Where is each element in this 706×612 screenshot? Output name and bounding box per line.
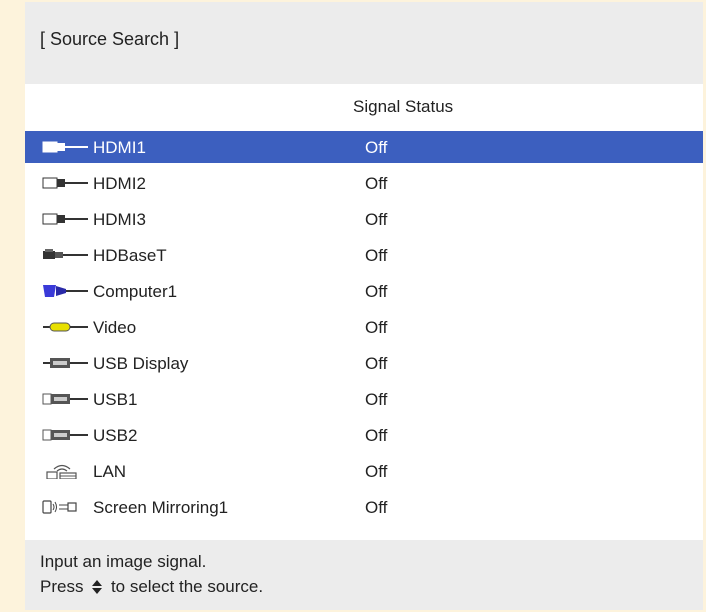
- signal-status-value: Off: [365, 210, 388, 229]
- signal-status-column-header: Signal Status: [353, 97, 454, 116]
- source-row-usb-display[interactable]: USB Display Off: [25, 347, 703, 379]
- hdbaset-connector-icon: [43, 249, 88, 259]
- source-label: HDBaseT: [93, 246, 167, 265]
- help-text-press: Press: [40, 577, 84, 596]
- hdmi-connector-icon: [42, 141, 88, 153]
- source-label: HDMI1: [93, 138, 146, 157]
- source-label: Screen Mirroring1: [93, 498, 229, 517]
- source-label: USB Display: [93, 354, 189, 373]
- signal-status-value: Off: [365, 390, 388, 409]
- source-row-usb1[interactable]: USB1 Off: [25, 383, 703, 415]
- rca-video-connector-icon: [43, 322, 88, 332]
- source-label: LAN: [93, 462, 127, 481]
- usb-display-connector-icon: [43, 358, 88, 368]
- signal-status-value: Off: [365, 174, 388, 193]
- source-row-screen-mirroring1[interactable]: Screen Mirroring1 Off: [25, 491, 703, 523]
- source-row-hdbaset[interactable]: HDBaseT Off: [25, 239, 703, 271]
- help-text-select-source: to select the source.: [110, 577, 264, 596]
- source-label: HDMI2: [93, 174, 146, 193]
- source-label: USB1: [93, 390, 138, 409]
- source-row-computer1[interactable]: Computer1 Off: [25, 275, 703, 307]
- signal-status-value: Off: [365, 462, 388, 481]
- help-text-line2: Press to select the source.: [40, 577, 263, 597]
- source-label: HDMI3: [93, 210, 146, 229]
- source-label: USB2: [93, 426, 138, 445]
- hdmi-connector-icon: [42, 177, 88, 189]
- lan-network-icon: [46, 464, 77, 479]
- screen-mirroring-icon: [42, 500, 77, 514]
- signal-status-value: Off: [365, 246, 388, 265]
- source-row-hdmi2[interactable]: HDMI2 Off: [25, 167, 703, 199]
- source-row-hdmi1[interactable]: HDMI1 Off: [25, 131, 703, 163]
- page-title: [ Source Search ]: [40, 29, 180, 49]
- signal-status-value: Off: [365, 426, 388, 445]
- source-label: Computer1: [93, 282, 178, 301]
- source-row-hdmi3[interactable]: HDMI3 Off: [25, 203, 703, 235]
- source-search-screen: [ Source Search ] Signal Status HDMI1 Of…: [25, 2, 703, 610]
- signal-status-value: Off: [365, 318, 388, 337]
- usb-connector-icon: [42, 429, 88, 441]
- source-row-lan[interactable]: LAN Off: [25, 455, 703, 487]
- source-label: Video: [93, 318, 137, 337]
- source-list: Signal Status HDMI1 Off HDMI2 Off HDMI3 …: [25, 84, 703, 540]
- vga-connector-icon: [43, 285, 88, 297]
- source-row-usb2[interactable]: USB2 Off: [25, 419, 703, 451]
- help-text-line1: Input an image signal.: [40, 552, 207, 571]
- header-bar: [ Source Search ]: [25, 2, 703, 84]
- up-down-arrows-icon: [92, 580, 103, 594]
- help-footer: Input an image signal. Press to select t…: [25, 540, 703, 610]
- signal-status-value: Off: [365, 498, 388, 517]
- page-frame: [ Source Search ] Signal Status HDMI1 Of…: [0, 0, 706, 612]
- usb-connector-icon: [42, 393, 88, 405]
- hdmi-connector-icon: [42, 213, 88, 225]
- signal-status-value: Off: [365, 354, 388, 373]
- source-row-video[interactable]: Video Off: [25, 311, 703, 343]
- signal-status-value: Off: [365, 138, 388, 157]
- signal-status-value: Off: [365, 282, 388, 301]
